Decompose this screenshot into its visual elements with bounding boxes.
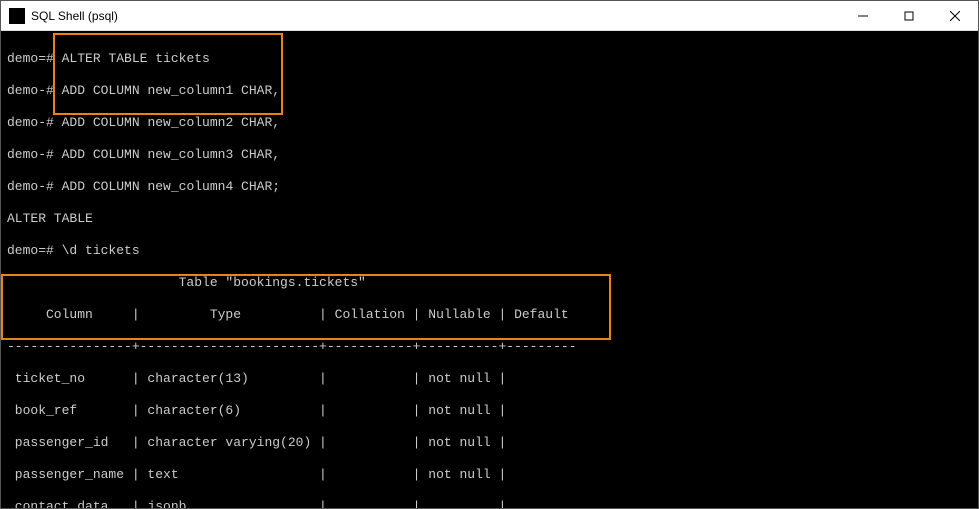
- table-heading: Table "bookings.tickets": [7, 275, 972, 291]
- close-button[interactable]: [932, 1, 978, 30]
- sql-line: ADD COLUMN new_column3 CHAR,: [62, 147, 280, 162]
- window-controls: [840, 1, 978, 30]
- prompt: demo=#: [7, 243, 54, 258]
- table-divider: ----------------+-----------------------…: [7, 339, 972, 355]
- titlebar[interactable]: SQL Shell (psql): [1, 1, 978, 31]
- prompt: demo-#: [7, 83, 54, 98]
- table-row: passenger_id | character varying(20) | |…: [7, 435, 972, 451]
- sql-line: ADD COLUMN new_column1 CHAR,: [62, 83, 280, 98]
- table-row: book_ref | character(6) | | not null |: [7, 403, 972, 419]
- sql-line: ALTER TABLE tickets: [62, 51, 210, 66]
- sql-line: ADD COLUMN new_column4 CHAR;: [62, 179, 280, 194]
- window-title: SQL Shell (psql): [31, 9, 840, 23]
- prompt: demo-#: [7, 179, 54, 194]
- table-header: Column | Type | Collation | Nullable | D…: [7, 307, 972, 323]
- prompt: demo-#: [7, 115, 54, 130]
- terminal-area[interactable]: demo=# ALTER TABLE tickets demo-# ADD CO…: [1, 31, 978, 508]
- sql-line: ADD COLUMN new_column2 CHAR,: [62, 115, 280, 130]
- table-row: contact_data | jsonb | | |: [7, 499, 972, 508]
- prompt: demo=#: [7, 51, 54, 66]
- minimize-button[interactable]: [840, 1, 886, 30]
- response-line: ALTER TABLE: [7, 211, 972, 227]
- app-window: SQL Shell (psql) demo=# ALTER TABLE tick…: [0, 0, 979, 509]
- highlight-box-sql: [53, 33, 283, 115]
- table-row: passenger_name | text | | not null |: [7, 467, 972, 483]
- table-row: ticket_no | character(13) | | not null |: [7, 371, 972, 387]
- app-icon: [9, 8, 25, 24]
- describe-command: \d tickets: [62, 243, 140, 258]
- prompt: demo-#: [7, 147, 54, 162]
- maximize-button[interactable]: [886, 1, 932, 30]
